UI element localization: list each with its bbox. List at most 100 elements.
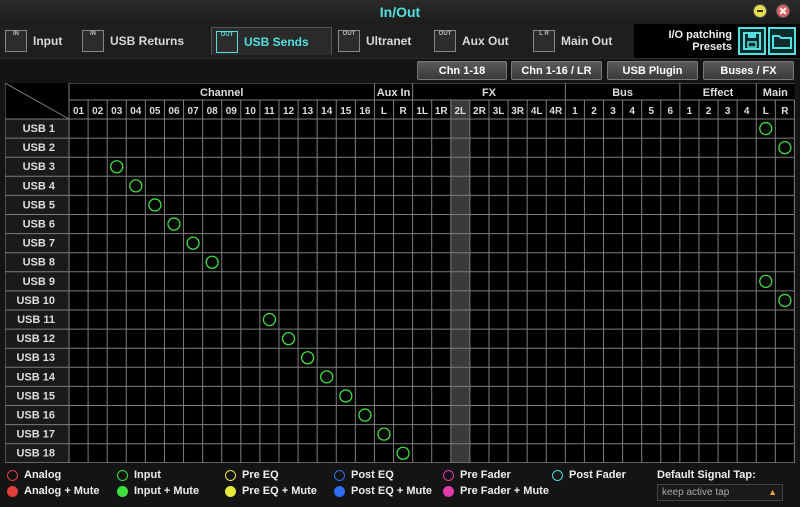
patch-cell[interactable] [145, 291, 164, 310]
patch-cell[interactable] [374, 386, 393, 405]
patch-cell[interactable] [546, 253, 565, 272]
patch-cell[interactable] [260, 425, 279, 444]
patch-cell[interactable] [737, 406, 756, 425]
patch-cell[interactable] [642, 329, 661, 348]
patch-cell[interactable] [756, 253, 775, 272]
patch-cell[interactable] [126, 176, 145, 195]
patch-cell[interactable] [413, 444, 432, 463]
patch-cell[interactable] [88, 234, 107, 253]
patch-cell[interactable] [451, 386, 470, 405]
source-button-chn-1-16-lr[interactable]: Chn 1-16 / LR [511, 61, 602, 80]
patch-cell[interactable] [298, 234, 317, 253]
patch-cell[interactable] [164, 195, 183, 214]
patch-cell[interactable] [107, 176, 126, 195]
patch-cell[interactable] [164, 176, 183, 195]
patch-cell[interactable] [107, 310, 126, 329]
patch-cell[interactable] [241, 119, 260, 138]
patch-cell[interactable] [336, 329, 355, 348]
patch-cell[interactable] [374, 119, 393, 138]
patch-cell[interactable] [756, 272, 775, 291]
patch-cell[interactable] [241, 253, 260, 272]
patch-cell[interactable] [298, 310, 317, 329]
patch-cell[interactable] [394, 329, 413, 348]
patch-cell[interactable] [413, 425, 432, 444]
patch-cell[interactable] [317, 234, 336, 253]
patch-cell[interactable] [699, 253, 718, 272]
patch-cell[interactable] [451, 444, 470, 463]
patch-cell[interactable] [260, 386, 279, 405]
patch-cell[interactable] [184, 157, 203, 176]
patch-cell[interactable] [69, 329, 88, 348]
patch-cell[interactable] [546, 119, 565, 138]
patch-cell[interactable] [470, 253, 489, 272]
patch-cell[interactable] [164, 367, 183, 386]
patch-cell[interactable] [470, 157, 489, 176]
patch-cell[interactable] [241, 234, 260, 253]
patch-cell[interactable] [584, 406, 603, 425]
patch-cell[interactable] [184, 291, 203, 310]
patch-cell[interactable] [489, 425, 508, 444]
patch-cell[interactable] [604, 348, 623, 367]
patch-cell[interactable] [527, 176, 546, 195]
patch-cell[interactable] [584, 348, 603, 367]
patch-cell[interactable] [470, 138, 489, 157]
patch-cell[interactable] [546, 176, 565, 195]
patch-cell[interactable] [546, 386, 565, 405]
patch-cell[interactable] [336, 119, 355, 138]
patch-cell[interactable] [279, 444, 298, 463]
patch-cell[interactable] [661, 195, 680, 214]
patch-cell[interactable] [565, 291, 584, 310]
patch-cell[interactable] [680, 253, 699, 272]
patch-cell[interactable] [718, 386, 737, 405]
patch-cell[interactable] [661, 444, 680, 463]
patch-cell[interactable] [527, 138, 546, 157]
patch-cell[interactable] [355, 215, 374, 234]
patch-cell[interactable] [565, 138, 584, 157]
patch-cell[interactable] [279, 348, 298, 367]
patch-cell[interactable] [355, 291, 374, 310]
patch-cell[interactable] [336, 215, 355, 234]
patch-cell[interactable] [241, 386, 260, 405]
patch-cell[interactable] [737, 425, 756, 444]
patch-cell[interactable] [642, 367, 661, 386]
patch-cell[interactable] [718, 406, 737, 425]
patch-cell[interactable] [661, 272, 680, 291]
patch-cell[interactable] [317, 367, 336, 386]
patch-cell[interactable] [88, 348, 107, 367]
patch-cell[interactable] [527, 234, 546, 253]
patch-cell[interactable] [604, 329, 623, 348]
patch-cell[interactable] [222, 253, 241, 272]
patch-cell[interactable] [164, 406, 183, 425]
patch-cell[interactable] [642, 272, 661, 291]
patch-cell[interactable] [642, 348, 661, 367]
patch-cell[interactable] [737, 176, 756, 195]
patch-cell[interactable] [432, 195, 451, 214]
patch-cell[interactable] [661, 215, 680, 234]
patch-cell[interactable] [565, 386, 584, 405]
patch-cell[interactable] [374, 348, 393, 367]
patch-cell[interactable] [164, 329, 183, 348]
patch-cell[interactable] [203, 425, 222, 444]
patch-cell[interactable] [680, 119, 699, 138]
patch-cell[interactable] [489, 138, 508, 157]
patch-cell[interactable] [69, 406, 88, 425]
tab-ultranet[interactable]: OUT Ultranet [338, 27, 411, 55]
patch-cell[interactable] [317, 253, 336, 272]
patch-cell[interactable] [88, 444, 107, 463]
patch-cell[interactable] [737, 119, 756, 138]
patch-cell[interactable] [432, 215, 451, 234]
patch-cell[interactable] [317, 176, 336, 195]
patch-cell[interactable] [260, 215, 279, 234]
patch-cell[interactable] [164, 215, 183, 234]
patch-cell[interactable] [604, 272, 623, 291]
patch-cell[interactable] [546, 272, 565, 291]
patch-cell[interactable] [565, 406, 584, 425]
patch-cell[interactable] [145, 253, 164, 272]
patch-cell[interactable] [661, 138, 680, 157]
patch-cell[interactable] [718, 119, 737, 138]
patch-cell[interactable] [661, 329, 680, 348]
patch-cell[interactable] [184, 272, 203, 291]
patch-cell[interactable] [527, 444, 546, 463]
patch-cell[interactable] [699, 215, 718, 234]
patch-cell[interactable] [489, 272, 508, 291]
